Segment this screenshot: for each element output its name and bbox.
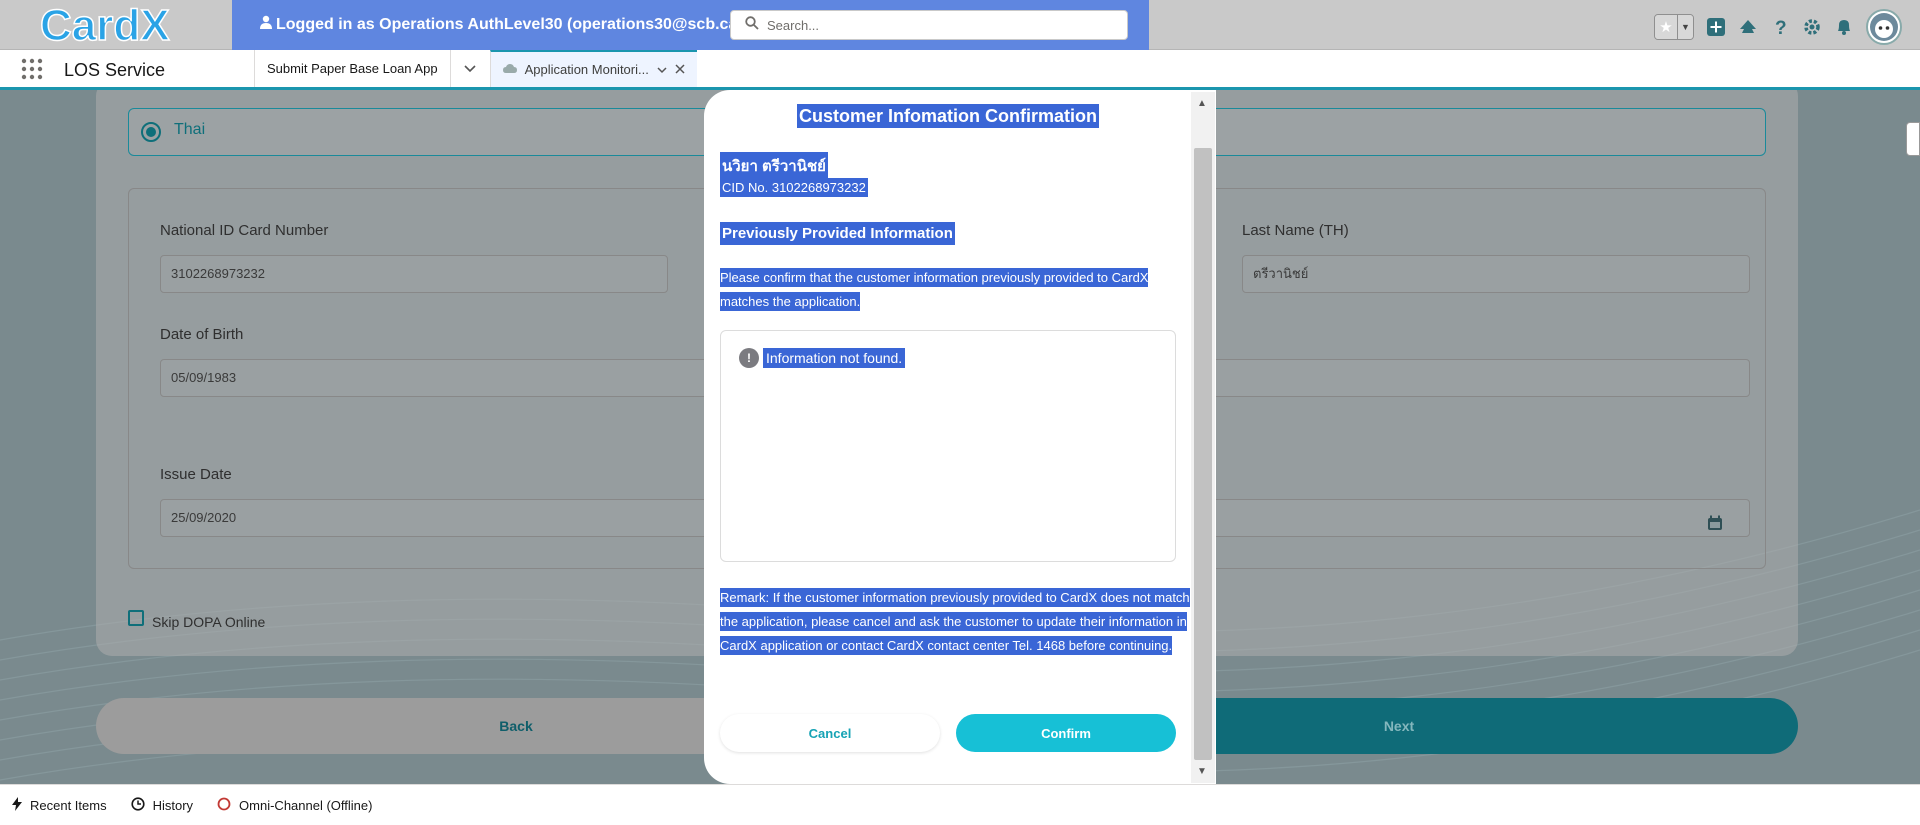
utility-recent-items[interactable]: Recent Items <box>12 796 107 814</box>
side-panel-toggle[interactable] <box>1906 122 1920 156</box>
scrollbar-thumb[interactable] <box>1194 148 1212 760</box>
omni-channel-label: Omni-Channel (Offline) <box>239 797 373 813</box>
notifications-bell-icon[interactable] <box>1834 17 1854 37</box>
global-search[interactable] <box>730 10 1128 40</box>
skip-dopa-checkbox[interactable] <box>128 610 144 626</box>
issue-date-value: 25/09/2020 <box>171 510 237 525</box>
last-name-th-input[interactable]: ตรีวานิชย์ <box>1242 255 1750 293</box>
lightning-bolt-icon <box>12 796 22 814</box>
cardx-logo: CardX <box>40 3 190 47</box>
history-label: History <box>152 797 194 813</box>
last-name-th-label: Last Name (TH) <box>1242 222 1349 239</box>
confirmation-description: Please confirm that the customer informa… <box>720 268 1149 311</box>
favorite-star-icon[interactable]: ★ <box>1655 15 1677 39</box>
info-not-found-text: Information not found. <box>763 348 906 368</box>
tab-chevron-down-icon[interactable] <box>657 62 667 77</box>
offline-status-circle-icon <box>217 797 231 814</box>
modal-scrollbar[interactable]: ▲ ▼ <box>1191 92 1215 783</box>
skip-dopa-label: Skip DOPA Online <box>152 614 266 630</box>
cancel-button[interactable]: Cancel <box>720 714 940 752</box>
global-actions-add-icon[interactable] <box>1706 17 1726 37</box>
customer-info-confirmation-modal: Customer Infomation Confirmation นวิยา ต… <box>704 90 1216 784</box>
skip-dopa-online-row[interactable]: Skip DOPA Online <box>128 606 265 630</box>
national-id-input[interactable]: 3102268973232 <box>160 255 668 293</box>
confirm-button[interactable]: Confirm <box>956 714 1176 752</box>
app-name: LOS Service Console <box>64 60 166 120</box>
utility-history[interactable]: History <box>130 796 194 814</box>
tab-close-icon[interactable] <box>675 62 685 77</box>
tab-application-monitoring[interactable]: Application Monitori... <box>489 50 697 87</box>
setup-gear-icon[interactable] <box>1802 17 1822 37</box>
header-actions: ★ ▼ ? <box>1654 9 1902 45</box>
issue-date-label: Issue Date <box>160 466 232 483</box>
user-icon <box>260 0 272 50</box>
nationality-label: Thai <box>174 121 206 138</box>
tab-label: Submit Paper Base Loan App <box>267 61 438 76</box>
previous-info-box: ! Information not found. <box>720 330 1176 562</box>
console-nav-bar: LOS Service Console Submit Paper Base Lo… <box>0 50 1920 120</box>
app-launcher-grid-icon[interactable] <box>0 50 64 87</box>
help-icon[interactable]: ? <box>1770 17 1790 37</box>
radio-selected[interactable] <box>141 122 161 142</box>
utility-bar: Recent Items History Omni-Channel (Offli… <box>0 784 1920 825</box>
previously-provided-heading: Previously Provided Information <box>720 222 955 245</box>
date-of-birth-label: Date of Birth <box>160 326 244 343</box>
clock-icon <box>130 796 145 814</box>
trailhead-icon[interactable] <box>1738 17 1758 37</box>
customer-name: นวิยา ตรีวานิชย์ <box>720 152 828 180</box>
search-icon <box>745 15 759 35</box>
info-not-found-row: ! Information not found. <box>739 348 906 368</box>
customer-cid: CID No. 3102268973232 <box>720 178 868 197</box>
user-avatar[interactable] <box>1866 9 1902 45</box>
tab-submit-paper-base-loan-app[interactable]: Submit Paper Base Loan App <box>254 50 450 87</box>
warning-exclamation-icon: ! <box>739 348 759 368</box>
scroll-up-arrow-icon[interactable]: ▲ <box>1197 98 1207 109</box>
favorites-group: ★ ▼ <box>1654 14 1694 40</box>
svg-text:?: ? <box>1775 18 1787 37</box>
favorites-dropdown-icon[interactable]: ▼ <box>1677 15 1693 39</box>
tab-cloud-icon <box>502 62 517 77</box>
tab-label: Application Monitori... <box>524 62 649 77</box>
login-banner-text: Logged in as Operations AuthLevel30 (ope… <box>276 16 767 34</box>
recent-items-label: Recent Items <box>30 797 107 813</box>
utility-omni-channel[interactable]: Omni-Channel (Offline) <box>217 797 372 814</box>
modal-title: Customer Infomation Confirmation <box>797 104 1099 128</box>
scroll-down-arrow-icon[interactable]: ▼ <box>1197 766 1207 777</box>
calendar-icon[interactable] <box>1707 509 1723 545</box>
remark-text: Remark: If the customer information prev… <box>720 588 1190 655</box>
national-id-label: National ID Card Number <box>160 222 329 239</box>
search-input[interactable] <box>767 17 1107 33</box>
global-header: CardX Logged in as Operations AuthLevel3… <box>0 0 1920 50</box>
logo-text: CardX <box>40 3 170 47</box>
nav-menu-chevron-down-icon[interactable] <box>449 50 490 87</box>
